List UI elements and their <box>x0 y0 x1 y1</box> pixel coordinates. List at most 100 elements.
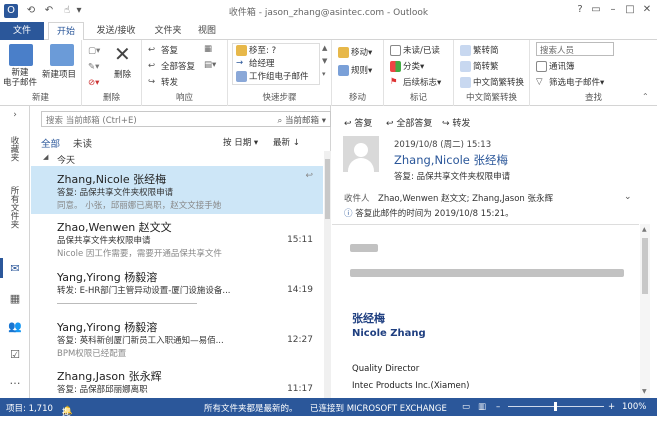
calendar-icon[interactable]: ▦ <box>7 292 23 306</box>
signature-english-name: Nicole Zhang <box>352 328 426 339</box>
title-bar: O ⟲ ↶ ☝ ▾ 收件箱 - jason_zhang@asintec.com … <box>0 0 657 22</box>
recipients-label: 收件人 <box>344 194 370 204</box>
list-item[interactable]: Yang,Yirong 杨毅溶 转发: E-HR部门主管异动设置-厦门设施设备.… <box>31 269 323 313</box>
meeting-icon[interactable]: ▦ <box>204 44 212 54</box>
search-people-input[interactable]: 搜索人员 <box>536 42 614 56</box>
forward-icon: ↪ <box>148 77 156 87</box>
group-delete-label: 删除 <box>102 93 120 103</box>
filter-all[interactable]: 全部 <box>41 136 60 150</box>
scroll-up-icon[interactable]: ▲ <box>642 226 647 233</box>
help-button[interactable]: ? <box>572 3 588 17</box>
message-sender: Yang,Yirong 杨毅溶 <box>57 271 158 284</box>
redacted-text <box>350 244 378 252</box>
search-input[interactable]: 搜索 当前邮箱 (Ctrl+E) ⌕ 当前邮箱 ▾ <box>41 111 331 127</box>
message-sender: Yang,Yirong 杨毅溶 <box>57 321 158 334</box>
quickstep-manager[interactable]: → 给经理 <box>236 57 275 69</box>
zoom-slider-thumb[interactable] <box>554 402 557 411</box>
quickstep-move[interactable]: 移至: ? <box>236 44 276 56</box>
list-scrollbar[interactable] <box>324 151 331 398</box>
unread-read-label: 未读/已读 <box>403 46 440 56</box>
sort-order-button[interactable]: 最新 ↓ <box>273 136 300 148</box>
trad-simp-icon <box>460 45 471 56</box>
unread-read-button[interactable]: 未读/已读 <box>390 44 440 56</box>
junk-icon[interactable]: ⊘▾ <box>88 78 99 88</box>
signature-title: Quality Director <box>352 364 420 374</box>
new-items-button[interactable]: 新建项目 <box>42 68 76 80</box>
reading-forward-button[interactable]: ↪ 转发 <box>442 116 470 129</box>
delete-icon[interactable]: ✕ <box>114 42 131 66</box>
tab-folder[interactable]: 文件夹 <box>148 22 188 40</box>
expand-header-icon[interactable]: ⌄ <box>624 192 632 202</box>
collapse-group-icon: ◢ <box>43 153 49 161</box>
list-item[interactable]: Zhao,Wenwen 赵文文 品保共享文件夹权限申请 Nicole 因工作需要… <box>31 219 323 263</box>
reply-button[interactable]: ↩ 答复 <box>148 44 178 56</box>
all-folders-label[interactable]: 所有文件夹 <box>8 186 20 229</box>
reading-sender[interactable]: Zhang,Nicole 张经梅 <box>394 152 508 168</box>
favorites-label[interactable]: 收藏夹 <box>8 136 20 162</box>
categorize-button[interactable]: 分类▾ <box>390 60 424 72</box>
group-quicksteps: 移至: ? → 给经理 工作组电子邮件 ▲ ▼ ▾ 快速步骤 <box>228 40 332 106</box>
tab-home[interactable]: 开始 <box>48 22 84 41</box>
trad-to-simp-button[interactable]: 繁转简 <box>460 44 499 56</box>
group-header-today[interactable]: ◢ 今天 <box>31 152 323 166</box>
tab-file[interactable]: 文件 <box>0 22 44 40</box>
more-respond-icon[interactable]: ▤▾ <box>204 60 216 70</box>
mail-icon[interactable]: ✉ <box>7 262 23 276</box>
gallery-scroll-up-icon[interactable]: ▲ <box>322 44 327 52</box>
reply-all-button[interactable]: ↩ 全部答复 <box>148 60 195 72</box>
gallery-more-icon[interactable]: ▾ <box>322 70 326 78</box>
forward-button[interactable]: ↪ 转发 <box>148 76 178 88</box>
ignore-icon[interactable]: ▢▾ <box>88 46 100 56</box>
list-item[interactable]: Yang,Yirong 杨毅溶 答复: 英科新创厦门新员工入职通知—易佰... … <box>31 319 323 363</box>
list-item[interactable]: Zhang,Jason 张永辉 答复: 品保部邱丽娜离职 11:17 <box>31 368 323 398</box>
followup-button[interactable]: ⚑ 后续标志▾ <box>390 76 441 88</box>
info-text: 答复此邮件的时间为 2019/10/8 15:21。 <box>355 209 514 219</box>
reading-scrollbar-thumb[interactable] <box>642 238 648 294</box>
search-scope[interactable]: ⌕ 当前邮箱 ▾ <box>278 114 326 126</box>
chinese-convert-button[interactable]: 中文简繁转换 <box>460 76 524 88</box>
status-item-count: 项目: 1,710 <box>6 404 53 414</box>
list-item[interactable]: Zhang,Nicole 张经梅 答复: 品保共享文件夹权限申请 同意。 小张，… <box>31 166 323 214</box>
zoom-out-icon[interactable]: – <box>496 402 500 412</box>
simp-to-trad-button[interactable]: 简转繁 <box>460 60 499 72</box>
convert-icon <box>460 77 471 88</box>
delete-button[interactable]: 删除 <box>114 68 131 80</box>
new-email-button[interactable]: 新建 电子邮件 <box>3 68 37 88</box>
tab-view[interactable]: 视图 <box>192 22 222 40</box>
list-scrollbar-thumb[interactable] <box>325 159 330 219</box>
scroll-down-icon[interactable]: ▼ <box>642 388 647 395</box>
people-icon[interactable]: 👥 <box>7 320 23 334</box>
tab-send-receive[interactable]: 发送/接收 <box>88 22 144 40</box>
quickstep-team[interactable]: 工作组电子邮件 <box>236 70 309 82</box>
cleanup-icon[interactable]: ✎▾ <box>88 62 99 72</box>
reading-view-icon[interactable]: ▥ <box>478 402 486 412</box>
gallery-scroll-down-icon[interactable]: ▼ <box>322 57 327 65</box>
close-button[interactable]: ✕ <box>639 3 655 17</box>
normal-view-icon[interactable]: ▭ <box>462 402 470 412</box>
group-respond: ↩ 答复 ↩ 全部答复 ↪ 转发 ▦ ▤▾ 响应 <box>142 40 228 106</box>
filter-unread[interactable]: 未读 <box>73 136 92 150</box>
reading-scrollbar[interactable]: ▲ ▼ <box>640 224 650 398</box>
minimize-button[interactable]: – <box>605 3 621 17</box>
recipients-list[interactable]: Zhao,Wenwen 赵文文; Zhang,Jason 张永辉 <box>378 192 553 204</box>
address-book-button[interactable]: 通讯簿 <box>536 60 575 72</box>
move-button[interactable]: 移动▾ <box>338 46 372 58</box>
maximize-button[interactable]: □ <box>622 3 638 17</box>
message-subject: 品保共享文件夹权限申请 <box>57 236 151 246</box>
more-nav-icon[interactable]: … <box>7 374 23 388</box>
zoom-level[interactable]: 100% <box>622 402 646 412</box>
rules-button[interactable]: 规则▾ <box>338 64 372 76</box>
sort-by-dropdown[interactable]: 按 日期 ▾ <box>223 136 258 148</box>
zoom-in-icon[interactable]: + <box>608 402 615 412</box>
followup-label: 后续标志 <box>403 78 438 88</box>
group-tags-label: 标记 <box>409 93 427 103</box>
filter-email-button[interactable]: ▽ 筛选电子邮件▾ <box>536 76 604 88</box>
reading-reply-button[interactable]: ↩ 答复 <box>344 116 372 129</box>
folder-icon <box>236 45 247 56</box>
expand-pane-icon[interactable]: › <box>7 110 23 124</box>
tasks-icon[interactable]: ☑ <box>7 348 23 362</box>
reply-label: 答复 <box>161 46 179 56</box>
reading-reply-all-button[interactable]: ↩ 全部答复 <box>386 116 432 129</box>
ribbon-display-icon[interactable]: ▭ <box>588 3 604 17</box>
collapse-ribbon-icon[interactable]: ⌃ <box>642 92 649 101</box>
